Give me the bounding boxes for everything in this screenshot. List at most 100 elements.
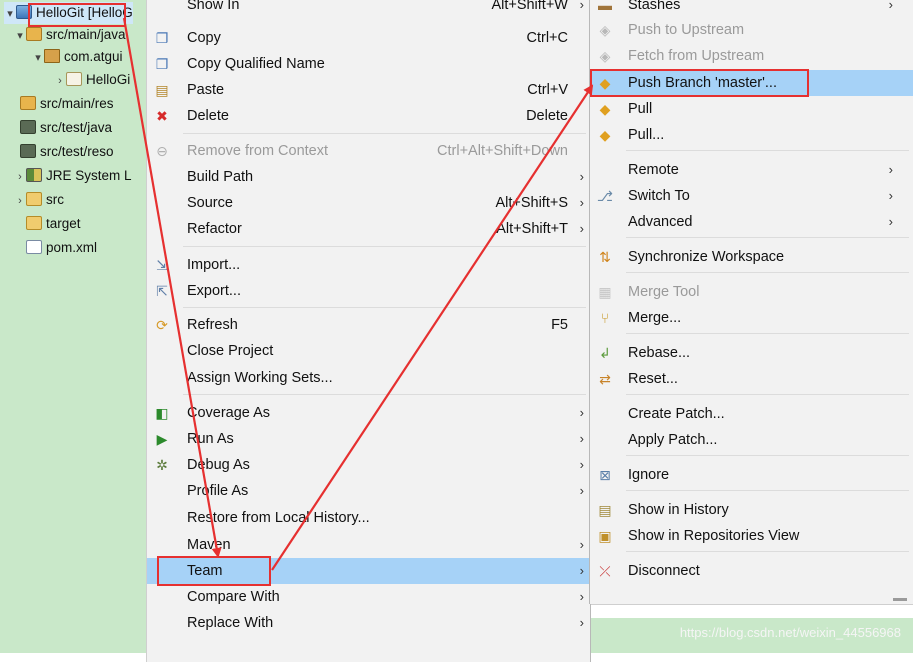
menu-separator (183, 246, 586, 247)
menu-item-refactor[interactable]: Refactor Alt+Shift+T › (147, 216, 590, 242)
expand-icon[interactable]: › (14, 166, 26, 188)
menu-item-stashes[interactable]: ▬ Stashes › (590, 0, 913, 18)
watermark: https://blog.csdn.net/weixin_44556968 (679, 625, 901, 640)
menu-item-pull[interactable]: ◆ Pull (590, 96, 913, 122)
menu-item-close-project[interactable]: Close Project (147, 338, 590, 364)
submenu-arrow-icon: › (888, 188, 893, 203)
menu-item-coverage-as[interactable]: ◧ Coverage As › (147, 400, 590, 426)
tree-item-target[interactable]: target (26, 213, 81, 235)
menu-item-fetch-from-upstream[interactable]: ◈ Fetch from Upstream (590, 43, 913, 69)
menu-item-copy[interactable]: ❐ Copy Ctrl+C (147, 25, 590, 51)
menu-item-push-branch-master[interactable]: ◆ Push Branch 'master'... (590, 70, 913, 96)
menu-item-build-path[interactable]: Build Path › (147, 164, 590, 190)
menu-item-ignore[interactable]: ⊠ Ignore (590, 462, 913, 488)
tree-item-java-file[interactable]: › HelloGi (54, 69, 130, 91)
menu-item-profile-as[interactable]: Profile As › (147, 478, 590, 504)
menu-item-apply-patch[interactable]: Apply Patch... (590, 427, 913, 453)
coverage-icon: ◧ (155, 405, 169, 421)
java-file-icon (66, 72, 82, 86)
reset-icon: ⇄ (599, 371, 611, 387)
library-icon (26, 168, 42, 182)
menu-item-show-in-repositories-view[interactable]: ▣ Show in Repositories View (590, 523, 913, 549)
menu-item-import[interactable]: ⇲ Import... (147, 252, 590, 278)
menu-item-remove-from-context[interactable]: ⊖ Remove from Context Ctrl+Alt+Shift+Dow… (147, 138, 590, 164)
menu-item-replace-with[interactable]: Replace With › (147, 610, 590, 636)
submenu-arrow-icon: › (579, 0, 584, 12)
tree-item-label: src (46, 192, 64, 207)
submenu-arrow-icon: › (579, 169, 584, 184)
expand-icon[interactable]: › (14, 190, 26, 212)
source-folder-icon (20, 144, 36, 158)
menu-item-remote[interactable]: Remote › (590, 157, 913, 183)
menu-item-run-as[interactable]: ▶ Run As › (147, 426, 590, 452)
push-branch-icon: ◆ (599, 75, 611, 91)
context-menu: Show In Alt+Shift+W › ❐ Copy Ctrl+C ❐ Co… (146, 0, 591, 662)
menu-item-pull-dialog[interactable]: ◆ Pull... (590, 122, 913, 148)
menu-item-merge[interactable]: ⑂ Merge... (590, 305, 913, 331)
pull-icon: ◆ (599, 101, 611, 117)
tree-item-project[interactable]: ▾ HelloGit [HelloG (4, 2, 133, 24)
menu-item-show-in-history[interactable]: ▤ Show in History (590, 497, 913, 523)
submenu-arrow-icon: › (579, 563, 584, 578)
expand-icon[interactable]: ▾ (32, 47, 44, 69)
menu-item-export[interactable]: ⇱ Export... (147, 278, 590, 304)
expand-icon[interactable]: › (54, 70, 66, 92)
menu-item-delete[interactable]: ✖ Delete Delete (147, 103, 590, 129)
menu-item-team[interactable]: Team › (147, 558, 590, 584)
tree-item-label: JRE System L (46, 168, 132, 183)
menu-item-switch-to[interactable]: ⎇ Switch To › (590, 183, 913, 209)
menu-item-debug-as[interactable]: ✲ Debug As › (147, 452, 590, 478)
paste-icon: ▤ (155, 82, 169, 98)
submenu-arrow-icon: › (888, 0, 893, 12)
source-folder-icon (20, 96, 36, 110)
tree-item-src-main-resources[interactable]: src/main/res (20, 93, 114, 115)
tree-item-pom[interactable]: pom.xml (26, 237, 97, 259)
menu-item-maven[interactable]: Maven › (147, 532, 590, 558)
menu-separator (626, 150, 909, 151)
expand-icon[interactable]: ▾ (14, 25, 26, 47)
menu-item-merge-tool[interactable]: ▦ Merge Tool (590, 279, 913, 305)
submenu-arrow-icon: › (579, 537, 584, 552)
menu-separator (626, 455, 909, 456)
menu-item-paste[interactable]: ▤ Paste Ctrl+V (147, 77, 590, 103)
menu-item-create-patch[interactable]: Create Patch... (590, 401, 913, 427)
menu-item-reset[interactable]: ⇄ Reset... (590, 366, 913, 392)
tree-item-src-main-java[interactable]: ▾ src/main/java (14, 24, 126, 46)
tree-item-label: target (46, 216, 81, 231)
folder-icon (26, 192, 42, 206)
pull-dialog-icon: ◆ (599, 127, 611, 143)
menu-item-synchronize-workspace[interactable]: ⇅ Synchronize Workspace (590, 244, 913, 270)
submenu-arrow-icon: › (579, 221, 584, 236)
folder-icon (26, 216, 42, 230)
package-icon (44, 49, 60, 63)
submenu-arrow-icon: › (579, 589, 584, 604)
tree-item-jre-library[interactable]: › JRE System L (14, 165, 132, 187)
tree-item-src-test-java[interactable]: src/test/java (20, 117, 112, 139)
menu-item-copy-qualified-name[interactable]: ❐ Copy Qualified Name (147, 51, 590, 77)
merge-tool-icon: ▦ (598, 284, 612, 300)
tree-item-src-test-resources[interactable]: src/test/reso (20, 141, 114, 163)
tree-item-label: com.atgui (64, 49, 123, 64)
menu-item-restore-local-history[interactable]: Restore from Local History... (147, 505, 590, 531)
tree-item-src[interactable]: › src (14, 189, 64, 211)
menu-item-refresh[interactable]: ⟳ Refresh F5 (147, 312, 590, 338)
menu-item-push-to-upstream[interactable]: ◈ Push to Upstream (590, 17, 913, 43)
submenu-arrow-icon: › (579, 195, 584, 210)
menu-item-assign-working-sets[interactable]: Assign Working Sets... (147, 365, 590, 391)
menu-item-show-in[interactable]: Show In Alt+Shift+W › (147, 0, 590, 18)
disconnect-icon: ⤫ (599, 563, 611, 579)
menu-item-source[interactable]: Source Alt+Shift+S › (147, 190, 590, 216)
menu-item-advanced[interactable]: Advanced › (590, 209, 913, 235)
tree-item-label: src/main/res (40, 96, 114, 111)
tree-item-package[interactable]: ▾ com.atgui (32, 46, 123, 68)
menu-item-disconnect[interactable]: ⤫ Disconnect (590, 558, 913, 584)
refresh-icon: ⟳ (156, 317, 168, 333)
ignore-icon: ⊠ (599, 467, 611, 483)
menu-separator (626, 272, 909, 273)
minimize-icon[interactable] (893, 598, 907, 601)
submenu-arrow-icon: › (579, 405, 584, 420)
menu-item-compare-with[interactable]: Compare With › (147, 584, 590, 610)
menu-item-rebase[interactable]: ↲ Rebase... (590, 340, 913, 366)
project-explorer: ▾ HelloGit [HelloG ▾ src/main/java ▾ com.at… (0, 0, 150, 653)
delete-icon: ✖ (156, 108, 168, 124)
